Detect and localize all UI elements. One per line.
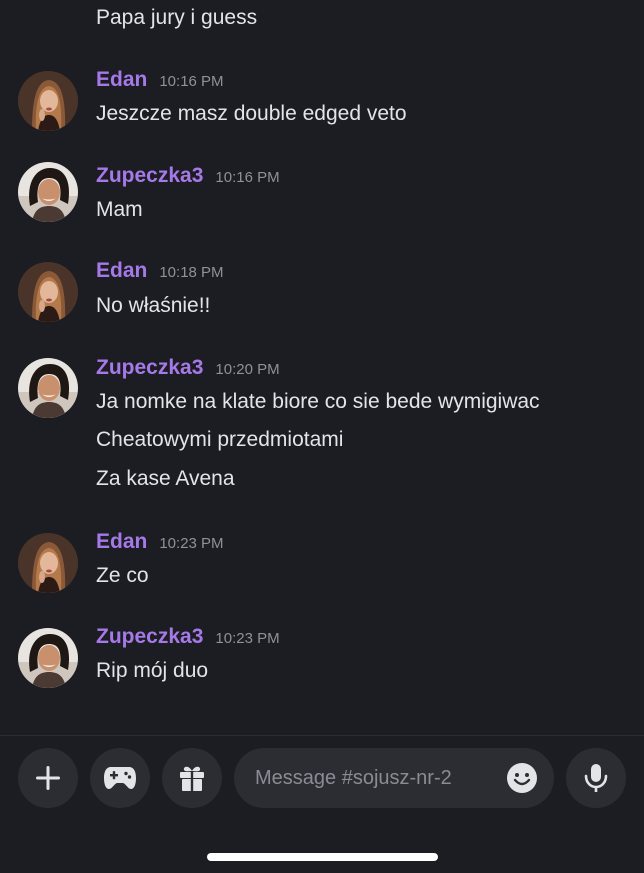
timestamp: 10:20 PM <box>215 361 280 378</box>
timestamp: 10:16 PM <box>159 73 224 90</box>
timestamp: 10:18 PM <box>159 264 224 281</box>
author-name[interactable]: Edan <box>96 530 147 554</box>
microphone-icon <box>584 764 608 792</box>
author-name[interactable]: Zupeczka3 <box>96 625 203 649</box>
author-name[interactable]: Edan <box>96 68 147 92</box>
message-header: Edan 10:23 PM <box>96 530 224 558</box>
message-text: Jeszcze masz double edged veto <box>96 102 407 125</box>
message-composer <box>0 736 644 873</box>
avatar[interactable] <box>18 533 78 593</box>
message-text: Rip mój duo <box>96 659 209 682</box>
timestamp: 10:16 PM <box>215 169 280 186</box>
message-header: Zupeczka3 10:20 PM <box>96 356 280 384</box>
message-text: No właśnie!! <box>96 294 211 317</box>
home-indicator[interactable] <box>207 853 438 861</box>
gamepad-icon <box>104 767 136 789</box>
message-text: Mam <box>96 198 143 221</box>
timestamp: 10:23 PM <box>159 535 224 552</box>
plus-icon <box>36 766 60 790</box>
message-header: Edan 10:18 PM <box>96 259 224 287</box>
message-feed: Papa jury i guess Edan 10:16 PM Jeszcze … <box>0 0 644 735</box>
avatar[interactable] <box>18 628 78 688</box>
avatar[interactable] <box>18 71 78 131</box>
message-header: Zupeczka3 10:23 PM <box>96 625 280 653</box>
add-attachment-button[interactable] <box>18 748 78 808</box>
author-name[interactable]: Edan <box>96 259 147 283</box>
message-input-container[interactable] <box>234 748 554 808</box>
avatar[interactable] <box>18 358 78 418</box>
chat-screen: Papa jury i guess Edan 10:16 PM Jeszcze … <box>0 0 644 873</box>
timestamp: 10:23 PM <box>215 630 280 647</box>
activities-button[interactable] <box>90 748 150 808</box>
message-input[interactable] <box>255 748 490 808</box>
message-header: Zupeczka3 10:16 PM <box>96 164 280 192</box>
avatar[interactable] <box>18 162 78 222</box>
author-name[interactable]: Zupeczka3 <box>96 164 203 188</box>
message-header: Edan 10:16 PM <box>96 68 224 96</box>
gift-button[interactable] <box>162 748 222 808</box>
message-text: Papa jury i guess <box>96 6 258 29</box>
author-name[interactable]: Zupeczka3 <box>96 356 203 380</box>
gift-icon <box>180 766 204 791</box>
voice-message-button[interactable] <box>566 748 626 808</box>
message-text: Za kase Avena <box>96 467 235 490</box>
emoji-button[interactable] <box>506 762 538 794</box>
message-text: Ja nomke na klate biore co sie bede wymi… <box>96 390 540 413</box>
emoji-icon <box>507 763 537 793</box>
avatar[interactable] <box>18 262 78 322</box>
message-text: Ze co <box>96 564 149 587</box>
message-text: Cheatowymi przedmiotami <box>96 428 344 451</box>
